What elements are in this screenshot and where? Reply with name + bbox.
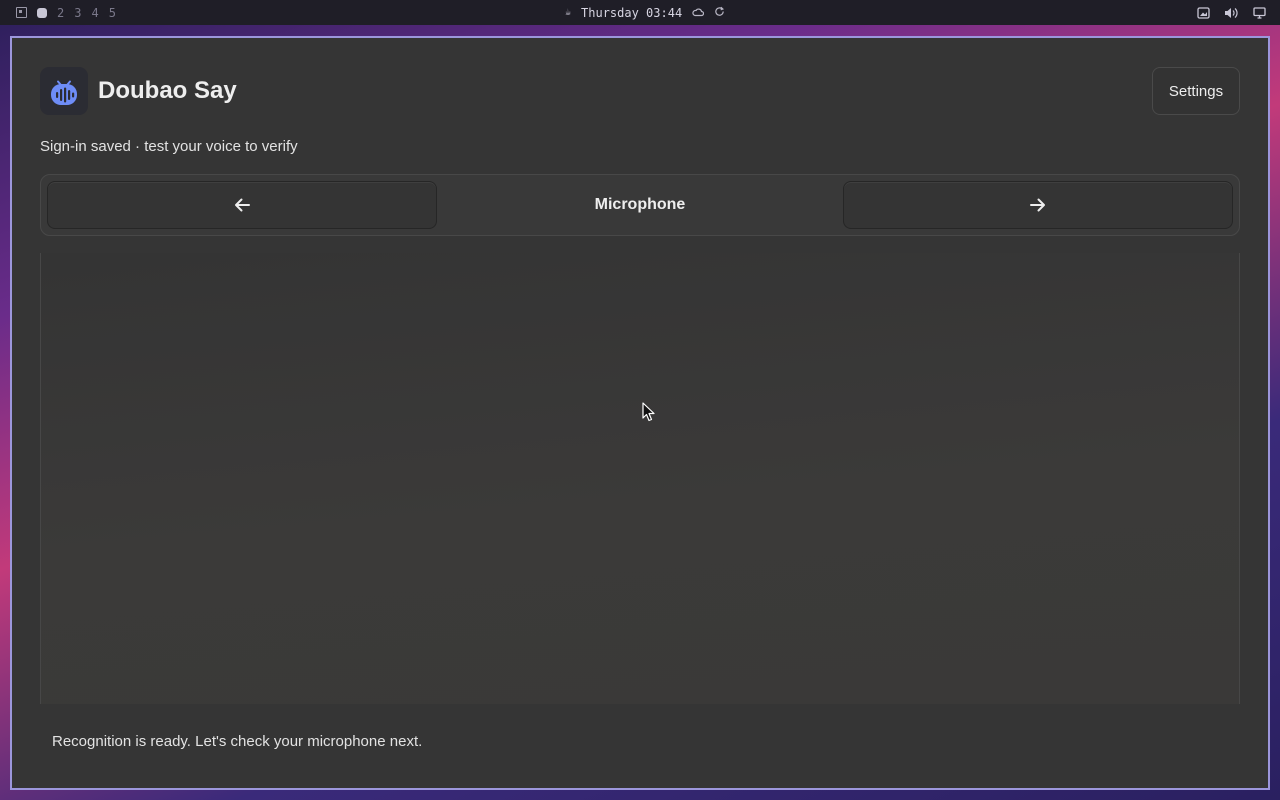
step-title: Microphone xyxy=(594,196,686,213)
voice-waveform-icon xyxy=(40,67,88,115)
display-icon[interactable] xyxy=(1253,6,1266,19)
cloud-icon[interactable] xyxy=(692,6,705,20)
mouse-cursor-icon xyxy=(642,402,656,426)
workspace-overview-icon[interactable] xyxy=(16,7,27,18)
active-workspace-icon[interactable] xyxy=(37,7,47,18)
settings-button[interactable]: Settings xyxy=(1152,67,1240,115)
workspace-4[interactable]: 4 xyxy=(91,6,98,20)
system-tray xyxy=(1197,0,1266,25)
next-step-button[interactable] xyxy=(843,181,1233,229)
clock-area: ☕ Thursday 03:44 xyxy=(565,0,725,25)
previous-step-button[interactable] xyxy=(47,181,437,229)
workspace-2[interactable]: 2 xyxy=(57,6,64,20)
clock[interactable]: Thursday 03:44 xyxy=(581,6,682,20)
arrow-right-icon xyxy=(1030,198,1045,212)
app-window: Doubao Say Settings Sign-in saved · test… xyxy=(10,36,1270,790)
step-content-area xyxy=(40,253,1240,704)
step-navigation: Microphone xyxy=(40,174,1240,236)
refresh-icon[interactable] xyxy=(714,6,725,20)
workspace-switcher: 2 3 4 5 xyxy=(16,0,116,25)
app-title: Doubao Say xyxy=(98,77,237,104)
volume-icon[interactable] xyxy=(1224,7,1239,19)
coffee-icon[interactable]: ☕ xyxy=(565,7,571,18)
status-message: Recognition is ready. Let's check your m… xyxy=(52,733,423,750)
workspace-5[interactable]: 5 xyxy=(109,6,116,20)
workspace-3[interactable]: 3 xyxy=(74,6,81,20)
sign-in-status: Sign-in saved · test your voice to verif… xyxy=(40,138,298,155)
arrow-left-icon xyxy=(235,198,250,212)
screenshot-icon[interactable] xyxy=(1197,6,1210,19)
top-bar: 2 3 4 5 ☕ Thursday 03:44 xyxy=(0,0,1280,25)
